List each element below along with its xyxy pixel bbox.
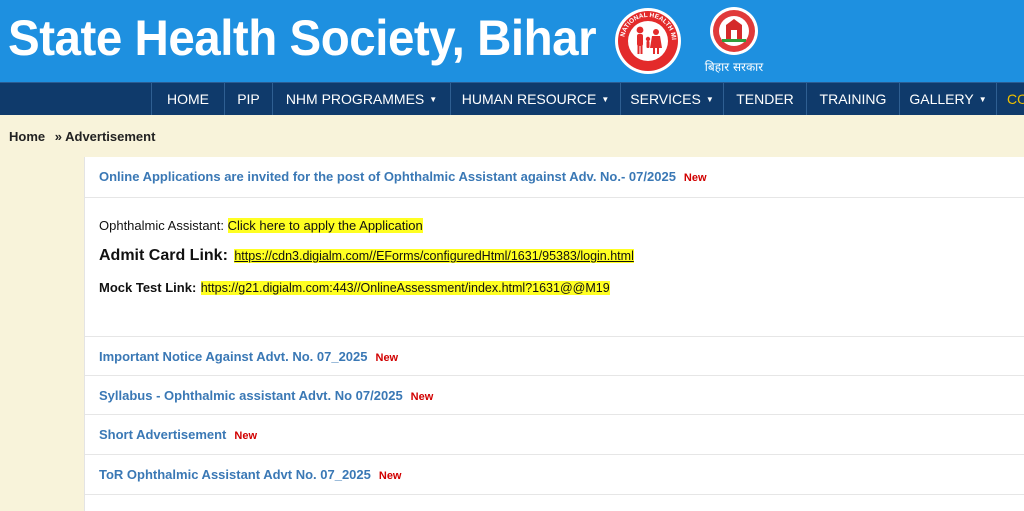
nav-training[interactable]: TRAINING: [806, 83, 899, 115]
list-item: ToR Ophthalmic Assistant Advt No. 07_202…: [85, 455, 1024, 495]
mock-test-link[interactable]: https://g21.digialm.com:443//OnlineAsses…: [200, 281, 610, 295]
mock-test-label: Mock Test Link:: [99, 280, 197, 295]
chevron-down-icon: ▼: [978, 95, 987, 104]
short-advertisement-link[interactable]: Short Advertisement New: [99, 427, 257, 442]
nav-home[interactable]: HOME: [151, 83, 224, 115]
list-item: Important Notice Against Advt. No. 07_20…: [85, 337, 1024, 376]
nav-human-resource[interactable]: HUMAN RESOURCE ▼: [450, 83, 620, 115]
nhm-emblem-icon: NATIONAL HEALTH MISSION: [609, 1, 681, 74]
nav-contact[interactable]: CO: [996, 83, 1024, 115]
syllabus-link[interactable]: Syllabus - Ophthalmic assistant Advt. No…: [99, 388, 433, 403]
admit-card-line: Admit Card Link: https://cdn3.digialm.co…: [99, 247, 634, 265]
apply-prefix: Ophthalmic Assistant:: [99, 218, 224, 233]
new-badge: New: [410, 391, 434, 403]
headline-row: Online Applications are invited for the …: [85, 157, 1024, 198]
new-badge: New: [375, 352, 399, 364]
details-block: Ophthalmic Assistant: Click here to appl…: [85, 198, 1024, 337]
apply-link[interactable]: Click here to apply the Application: [227, 218, 423, 233]
bihar-logo-caption: बिहार सरकार: [704, 60, 764, 74]
nav-tender[interactable]: TENDER: [723, 83, 806, 115]
chevron-down-icon: ▼: [705, 95, 714, 104]
site-header: State Health Society, Bihar NATIONAL HEA…: [0, 0, 1024, 82]
nav-gallery[interactable]: GALLERY ▼: [899, 83, 996, 115]
breadcrumb-home[interactable]: Home: [9, 129, 45, 144]
nav-pip[interactable]: PIP: [224, 83, 272, 115]
chevron-down-icon: ▼: [601, 95, 610, 104]
breadcrumb: Home » Advertisement: [9, 129, 155, 144]
main-navbar: HOME PIP NHM PROGRAMMES ▼ HUMAN RESOURCE ▼…: [0, 82, 1024, 115]
site-title[interactable]: State Health Society, Bihar: [8, 6, 597, 70]
mock-test-line: Mock Test Link: https://g21.digialm.com:…: [99, 279, 610, 297]
list-item: Syllabus - Ophthalmic assistant Advt. No…: [85, 376, 1024, 415]
new-badge: New: [234, 430, 258, 442]
advertisement-panel: Online Applications are invited for the …: [84, 157, 1024, 511]
breadcrumb-current: Advertisement: [65, 129, 156, 144]
list-item: Short Advertisement New: [85, 415, 1024, 455]
admit-card-label: Admit Card Link:: [99, 247, 228, 264]
new-badge: New: [378, 470, 402, 482]
nhm-logo[interactable]: NATIONAL HEALTH MISSION: [609, 1, 684, 76]
admit-card-link[interactable]: https://cdn3.digialm.com//EForms/configu…: [234, 249, 634, 263]
breadcrumb-separator: »: [54, 129, 62, 144]
nav-services[interactable]: SERVICES ▼: [620, 83, 723, 115]
tor-link[interactable]: ToR Ophthalmic Assistant Advt No. 07_202…: [99, 467, 402, 482]
nav-nhm-programmes[interactable]: NHM PROGRAMMES ▼: [272, 83, 450, 115]
bihar-emblem-icon: [710, 7, 758, 55]
new-badge: New: [683, 172, 707, 184]
bihar-govt-logo[interactable]: बिहार सरकार: [701, 6, 767, 80]
apply-line: Ophthalmic Assistant: Click here to appl…: [99, 218, 423, 233]
notice-link[interactable]: Important Notice Against Advt. No. 07_20…: [99, 349, 398, 364]
headline-link[interactable]: Online Applications are invited for the …: [99, 169, 707, 184]
chevron-down-icon: ▼: [429, 95, 438, 104]
